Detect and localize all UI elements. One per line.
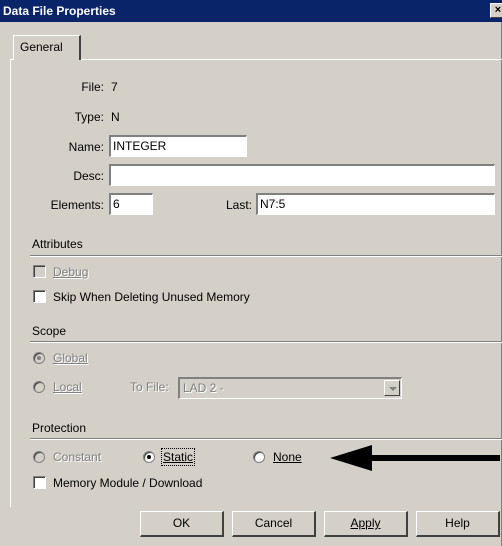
elements-field-value: 6 — [113, 197, 120, 211]
to-file-label: To File: — [130, 380, 169, 394]
attributes-divider — [30, 255, 502, 257]
desc-label: Desc: — [73, 169, 104, 183]
global-label-text: Global — [53, 351, 88, 365]
global-label: Global — [53, 351, 88, 365]
debug-checkbox[interactable] — [33, 265, 46, 278]
none-radio[interactable] — [253, 451, 265, 463]
attributes-heading: Attributes — [32, 237, 83, 251]
title-bar[interactable]: Data File Properties × — [0, 0, 502, 22]
desc-field[interactable] — [109, 164, 495, 186]
elements-field[interactable]: 6 — [109, 193, 153, 215]
type-value: N — [111, 110, 120, 124]
constant-radio[interactable] — [33, 451, 45, 463]
tab-general[interactable]: General — [13, 35, 81, 60]
protection-heading: Protection — [32, 421, 87, 435]
none-label: None — [273, 450, 302, 464]
none-label-text: None — [273, 450, 302, 464]
help-button-label: Help — [445, 516, 470, 530]
memory-module-label: Memory Module / Download — [53, 476, 203, 490]
to-file-value: LAD 2 - — [183, 381, 224, 395]
local-radio[interactable] — [33, 381, 45, 393]
help-button[interactable]: Help — [416, 511, 500, 537]
left-arrow-icon — [330, 445, 500, 471]
apply-button[interactable]: Apply — [324, 511, 408, 537]
local-label-text: Local — [53, 380, 82, 394]
skip-unused-memory-checkbox[interactable] — [33, 290, 46, 303]
to-file-dropdown-button[interactable] — [384, 380, 400, 396]
static-label-text: Static — [163, 450, 194, 464]
name-field[interactable]: INTEGER — [109, 135, 247, 157]
file-value: 7 — [111, 80, 118, 94]
ok-button-label: OK — [172, 516, 191, 530]
to-file-dropdown[interactable]: LAD 2 - — [178, 377, 402, 399]
skip-unused-memory-label: Skip When Deleting Unused Memory — [53, 290, 250, 304]
memory-module-checkbox[interactable] — [33, 476, 46, 489]
apply-button-label: Apply — [350, 516, 381, 530]
name-label: Name: — [68, 140, 104, 154]
debug-label-text: Debug — [53, 265, 89, 279]
last-label: Last: — [225, 198, 252, 212]
close-button[interactable]: × — [490, 3, 502, 18]
global-radio[interactable] — [33, 352, 45, 364]
static-radio[interactable] — [143, 451, 155, 463]
cancel-button[interactable]: Cancel — [232, 511, 316, 537]
cancel-button-label: Cancel — [254, 516, 293, 530]
window-title: Data File Properties — [3, 4, 116, 18]
close-icon: × — [494, 4, 502, 16]
chevron-down-icon — [389, 387, 397, 391]
local-label: Local — [53, 380, 82, 394]
data-file-properties-dialog: Data File Properties × General File: 7 T… — [0, 0, 502, 546]
scope-heading: Scope — [32, 324, 67, 338]
constant-label: Constant — [53, 450, 102, 464]
name-field-value: INTEGER — [113, 139, 167, 153]
type-label: Type: — [74, 110, 104, 124]
last-field-value: N7:5 — [260, 197, 286, 211]
file-label: File: — [81, 80, 104, 94]
last-field[interactable]: N7:5 — [256, 193, 495, 215]
debug-label: Debug — [53, 265, 88, 279]
protection-divider — [30, 438, 502, 440]
elements-label: Elements: — [50, 198, 104, 212]
ok-button[interactable]: OK — [140, 511, 224, 537]
static-label: Static — [160, 448, 196, 466]
tab-general-label: General — [20, 40, 63, 54]
scope-divider — [30, 341, 502, 343]
